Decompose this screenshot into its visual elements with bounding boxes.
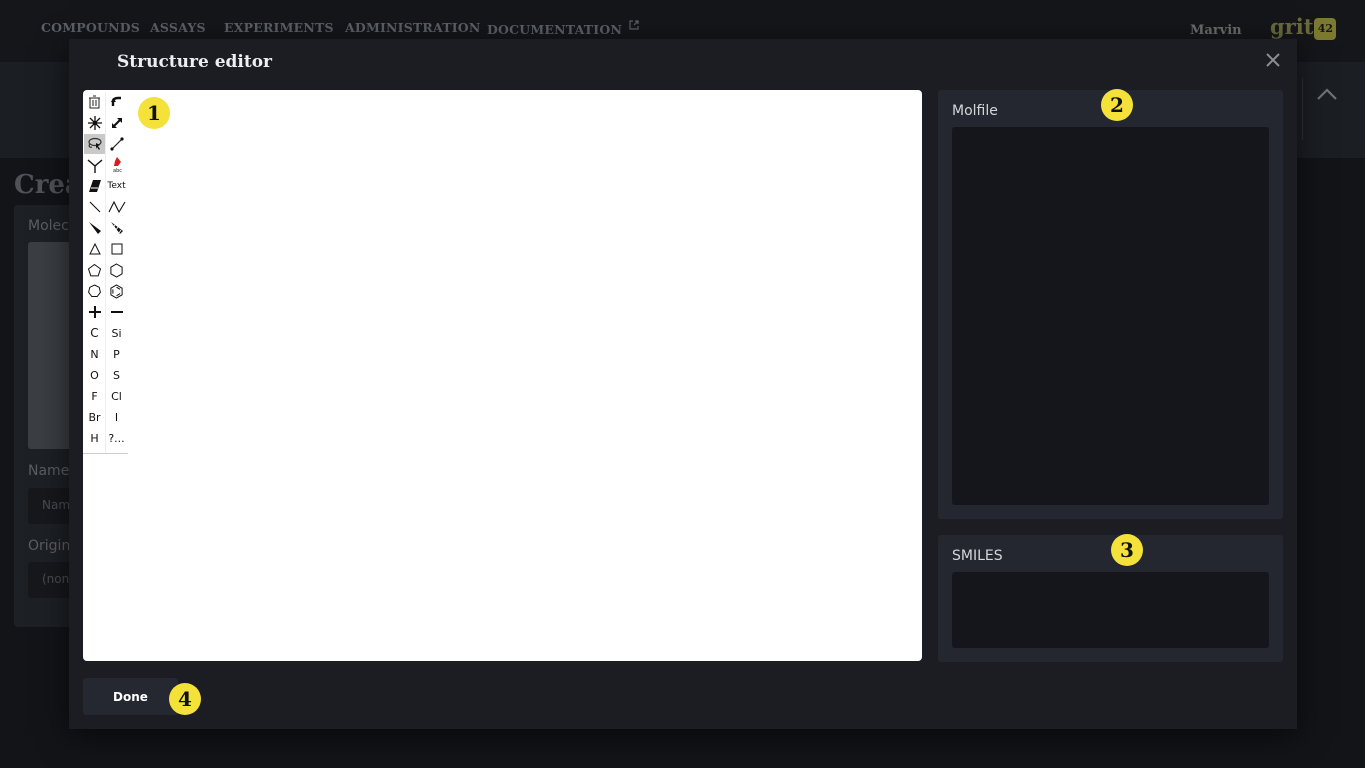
element-n[interactable]: N [84, 344, 105, 364]
logo-text: grit [1270, 14, 1314, 39]
chevron-up-icon[interactable] [1316, 82, 1338, 106]
nav-compounds[interactable]: COMPOUNDS [41, 20, 140, 35]
header-divider [1302, 78, 1303, 140]
plus-charge-icon[interactable] [84, 302, 105, 322]
trash-icon[interactable] [84, 92, 105, 112]
user-name[interactable]: Marvin [1190, 23, 1242, 38]
triangle-ring-icon[interactable] [84, 239, 105, 259]
atom-label-icon[interactable]: abc [106, 155, 127, 175]
zigzag-chain-icon[interactable] [106, 197, 127, 217]
benzene-ring-icon[interactable] [106, 281, 127, 301]
dialog-title: Structure editor [117, 52, 273, 72]
element-other[interactable]: ?... [106, 428, 127, 448]
resize-icon[interactable] [106, 113, 127, 133]
logo-badge: 42 [1314, 18, 1337, 40]
undo-icon[interactable] [106, 92, 127, 112]
square-ring-icon[interactable] [106, 239, 127, 259]
annotation-badge-1: 1 [138, 97, 170, 129]
structure-editor-dialog: Structure editor abc Text C Si N P O S F… [69, 39, 1297, 729]
annotation-badge-2: 2 [1101, 89, 1133, 121]
molfile-textarea[interactable] [952, 127, 1269, 505]
svg-text:abc: abc [113, 168, 122, 173]
wedge-bond-icon[interactable] [84, 218, 105, 238]
element-si[interactable]: Si [106, 323, 127, 343]
element-c[interactable]: C [84, 323, 105, 343]
molfile-panel: Molfile [938, 90, 1283, 519]
molecule-label: Molec [28, 218, 69, 234]
element-i[interactable]: I [106, 407, 127, 427]
name-label: Name [28, 463, 70, 479]
origin-label: Origin [28, 538, 71, 554]
toolbar-bottom-border [83, 453, 128, 454]
hexagon-ring-icon[interactable] [106, 260, 127, 280]
element-o[interactable]: O [84, 365, 105, 385]
external-link-icon [629, 20, 639, 30]
smiles-textarea[interactable] [952, 572, 1269, 648]
hash-bond-icon[interactable] [106, 218, 127, 238]
element-f[interactable]: F [84, 386, 105, 406]
annotation-badge-3: 3 [1111, 534, 1143, 566]
close-icon[interactable] [1265, 49, 1281, 73]
structure-canvas[interactable]: abc Text C Si N P O S F Cl Br I H ?... [83, 90, 922, 661]
done-button[interactable]: Done [83, 678, 178, 715]
lasso-select-icon[interactable] [84, 134, 105, 154]
text-tool[interactable]: Text [106, 176, 127, 196]
line-icon[interactable] [84, 197, 105, 217]
element-h[interactable]: H [84, 428, 105, 448]
app-logo[interactable]: grit 42 [1270, 14, 1337, 40]
single-bond-icon[interactable] [106, 134, 127, 154]
nav-documentation[interactable]: DOCUMENTATION [487, 20, 639, 37]
smiles-label: SMILES [952, 548, 1003, 564]
nav-administration[interactable]: ADMINISTRATION [345, 20, 481, 35]
nav-assays[interactable]: ASSAYS [150, 20, 206, 35]
minus-charge-icon[interactable] [106, 302, 127, 322]
element-p[interactable]: P [106, 344, 127, 364]
smiles-panel: SMILES [938, 535, 1283, 662]
element-cl[interactable]: Cl [106, 386, 127, 406]
chain-branch-icon[interactable] [84, 155, 105, 175]
nav-experiments[interactable]: EXPERIMENTS [224, 20, 334, 35]
pentagon-ring-icon[interactable] [84, 260, 105, 280]
element-s[interactable]: S [106, 365, 127, 385]
annotation-badge-4: 4 [169, 683, 201, 715]
element-br[interactable]: Br [84, 407, 105, 427]
eraser-icon[interactable] [84, 176, 105, 196]
clean-icon[interactable] [84, 113, 105, 133]
molfile-label: Molfile [952, 103, 998, 119]
heptagon-ring-icon[interactable] [84, 281, 105, 301]
nav-documentation-label: DOCUMENTATION [487, 22, 623, 37]
